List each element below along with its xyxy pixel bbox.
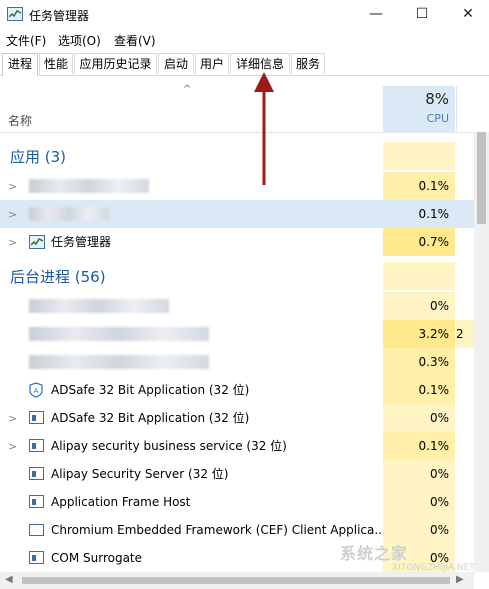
tab-users[interactable]: 用户 <box>195 53 229 74</box>
cpu-label: CPU <box>426 112 449 125</box>
task-manager-icon <box>29 235 45 249</box>
tab-processes[interactable]: 进程 <box>2 53 38 76</box>
table-row[interactable]: 3.2% 2 <box>0 320 474 348</box>
table-row[interactable]: 0.3% <box>0 348 474 376</box>
process-name: Alipay Security Server (32 位) <box>51 467 229 481</box>
menu-bar: 文件(F) 选项(O) 查看(V) <box>0 30 489 50</box>
horizontal-scrollbar[interactable]: ◀ ▶ <box>0 572 474 589</box>
chevron-right-icon[interactable]: > <box>8 208 17 221</box>
table-row[interactable]: A ADSafe 32 Bit Application (32 位) 0.1% <box>0 376 474 404</box>
window-app-icon <box>29 467 44 480</box>
cpu-column-header[interactable]: 8% CPU <box>383 86 455 132</box>
window-frame-icon <box>29 524 44 536</box>
process-name: ADSafe 32 Bit Application (32 位) <box>51 411 250 425</box>
table-row[interactable]: > ADSafe 32 Bit Application (32 位) 0% <box>0 404 474 432</box>
cpu-cell: 0.3% <box>383 348 455 376</box>
cpu-total: 8% <box>425 90 449 108</box>
tab-bar: 进程 性能 应用历史记录 启动 用户 详细信息 服务 <box>0 53 489 76</box>
tab-services[interactable]: 服务 <box>291 53 325 74</box>
close-button[interactable]: ✕ <box>454 4 482 24</box>
redacted-name <box>29 179 149 193</box>
window-app-icon <box>29 551 44 564</box>
column-header: ^ 名称 8% CPU <box>0 78 489 133</box>
cpu-cell: 0% <box>383 404 455 432</box>
annotation-arrow <box>254 72 274 185</box>
tab-app-history[interactable]: 应用历史记录 <box>74 53 157 74</box>
cpu-cell: 0% <box>383 460 455 488</box>
group-header-apps: 应用 (3) <box>0 142 474 170</box>
title-bar: 任务管理器 — ☐ ✕ <box>0 0 489 30</box>
memory-cell: 2 <box>456 320 474 348</box>
watermark-url: XITONGZHIJIA.NET <box>392 563 475 573</box>
hscroll-thumb[interactable] <box>22 577 450 584</box>
process-name: Application Frame Host <box>51 495 191 509</box>
group-title: 应用 (3) <box>10 148 67 166</box>
group-title: 后台进程 (56) <box>10 268 106 286</box>
cpu-cell <box>383 262 455 290</box>
sort-arrow-icon[interactable]: ^ <box>183 84 191 95</box>
menu-view[interactable]: 查看(V) <box>114 32 156 49</box>
table-row[interactable]: > 0.1% <box>0 172 474 200</box>
cpu-cell: 0.1% <box>383 376 455 404</box>
table-row[interactable]: Alipay Security Server (32 位) 0% <box>0 460 474 488</box>
svg-text:A: A <box>34 387 39 395</box>
table-row[interactable]: > 0.1% <box>0 200 474 228</box>
scroll-right-icon[interactable]: ▶ <box>456 574 464 585</box>
cpu-cell: 0.7% <box>383 228 455 256</box>
cpu-cell: 0.1% <box>383 432 455 460</box>
task-manager-icon <box>7 7 23 21</box>
memory-column-header[interactable] <box>456 86 475 132</box>
process-name: Alipay security business service (32 位) <box>51 439 287 453</box>
process-name: 任务管理器 <box>51 235 112 249</box>
chevron-right-icon[interactable]: > <box>8 236 17 249</box>
chevron-right-icon[interactable]: > <box>8 412 17 425</box>
table-row[interactable]: 0% <box>0 292 474 320</box>
cpu-cell: 3.2% <box>383 320 455 348</box>
table-row[interactable]: > 任务管理器 0.7% <box>0 228 474 256</box>
window-app-icon <box>29 411 44 424</box>
menu-file[interactable]: 文件(F) <box>6 32 46 49</box>
name-column-header[interactable]: 名称 <box>8 112 32 129</box>
chevron-right-icon[interactable]: > <box>8 180 17 193</box>
cpu-cell: 0.1% <box>383 172 455 200</box>
vertical-scrollbar[interactable] <box>474 132 489 572</box>
watermark-logo: 系统之家 <box>340 544 409 563</box>
window-app-icon <box>29 495 44 508</box>
cpu-cell: 0% <box>383 488 455 516</box>
redacted-name <box>29 207 109 221</box>
tab-performance[interactable]: 性能 <box>39 53 73 74</box>
cpu-cell <box>383 142 455 170</box>
table-row[interactable]: Application Frame Host 0% <box>0 488 474 516</box>
window-app-icon <box>29 439 44 452</box>
table-row[interactable]: > Alipay security business service (32 位… <box>0 432 474 460</box>
scroll-left-icon[interactable]: ◀ <box>5 574 13 585</box>
window-title: 任务管理器 <box>29 9 90 23</box>
menu-options[interactable]: 选项(O) <box>58 32 101 49</box>
minimize-button[interactable]: — <box>362 4 390 24</box>
process-name: ADSafe 32 Bit Application (32 位) <box>51 383 250 397</box>
cpu-cell: 0% <box>383 292 455 320</box>
scroll-thumb[interactable] <box>477 132 486 224</box>
chevron-right-icon[interactable]: > <box>8 440 17 453</box>
tab-startup[interactable]: 启动 <box>158 53 194 74</box>
cpu-cell: 0.1% <box>383 200 455 228</box>
redacted-name <box>29 355 209 369</box>
process-name: Chromium Embedded Framework (CEF) Client… <box>51 523 386 537</box>
group-header-background: 后台进程 (56) <box>0 262 474 290</box>
maximize-button[interactable]: ☐ <box>408 4 436 24</box>
shield-icon: A <box>29 382 43 398</box>
redacted-name <box>29 327 209 341</box>
process-name: COM Surrogate <box>51 551 143 565</box>
redacted-name <box>29 299 169 313</box>
